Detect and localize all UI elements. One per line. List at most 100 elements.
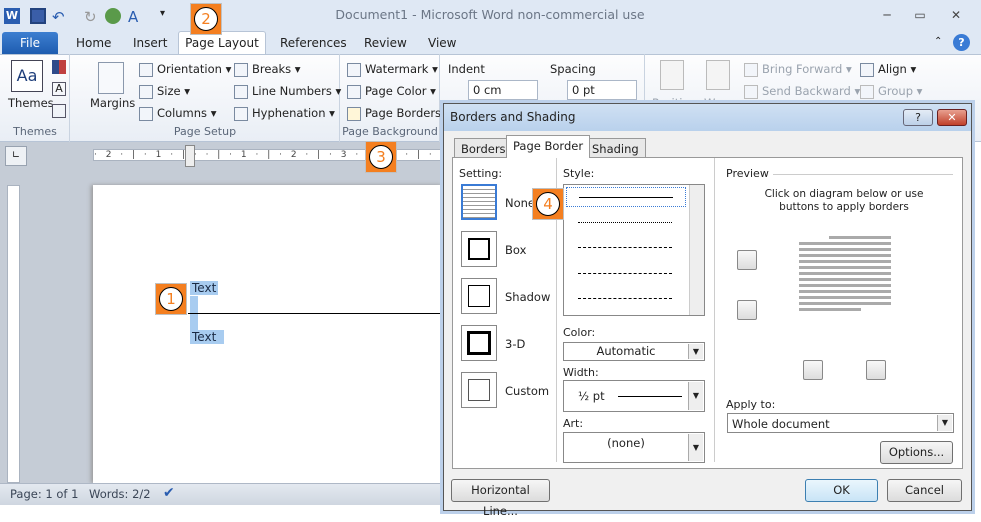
preview-line xyxy=(799,254,891,257)
send-backward-button[interactable]: Send Backward ▾ xyxy=(744,84,860,99)
style-scrollbar[interactable] xyxy=(689,185,704,315)
vertical-ruler[interactable] xyxy=(7,185,20,483)
spacing-before-input[interactable]: 0 pt xyxy=(567,80,637,100)
group-button[interactable]: Group ▾ xyxy=(860,84,922,99)
document-page[interactable] xyxy=(93,185,443,483)
collapse-ribbon-icon[interactable]: ⌃ xyxy=(934,36,942,47)
align-icon xyxy=(860,62,874,77)
indent-marker-icon[interactable] xyxy=(185,145,195,167)
theme-fonts-icon[interactable]: A xyxy=(52,82,66,96)
divider xyxy=(773,174,953,175)
undo-icon[interactable]: ↶ xyxy=(52,8,68,26)
columns-button[interactable]: Columns ▾ xyxy=(139,106,216,121)
themes-button[interactable]: Themes xyxy=(8,96,54,110)
tab-insert[interactable]: Insert xyxy=(133,36,167,50)
word-count[interactable]: Words: 2/2 xyxy=(89,487,151,501)
callout-1: 1 xyxy=(155,283,187,315)
columns-icon xyxy=(139,106,153,121)
tab-shading[interactable]: Shading xyxy=(585,138,646,158)
preview-line xyxy=(799,290,891,293)
help-icon[interactable]: ? xyxy=(953,34,970,51)
text-style-icon[interactable]: A xyxy=(128,8,144,26)
dialog-help-button[interactable]: ? xyxy=(903,109,933,126)
tab-view[interactable]: View xyxy=(428,36,456,50)
chevron-down-icon: ▼ xyxy=(688,344,703,359)
style-option-dotted[interactable] xyxy=(578,222,672,223)
setting-shadow[interactable]: Shadow xyxy=(505,290,550,304)
style-option-dash-dot[interactable] xyxy=(578,298,672,299)
theme-effects-icon[interactable] xyxy=(52,104,66,118)
callout-2: 2 xyxy=(190,3,222,35)
width-select[interactable]: ½ pt ▼ xyxy=(563,380,705,412)
ok-button[interactable]: OK xyxy=(805,479,878,502)
preview-line xyxy=(799,266,891,269)
watermark-button[interactable]: Watermark ▾ xyxy=(347,62,438,77)
color-select[interactable]: Automatic ▼ xyxy=(563,342,705,361)
setting-3d-icon[interactable] xyxy=(461,325,497,361)
cancel-button[interactable]: Cancel xyxy=(887,479,962,502)
options-button[interactable]: Options... xyxy=(880,441,953,464)
tab-references[interactable]: References xyxy=(280,36,347,50)
setting-custom-icon[interactable] xyxy=(461,372,497,408)
save-icon[interactable] xyxy=(30,8,46,24)
selected-text-2[interactable]: Text xyxy=(190,330,225,344)
setting-shadow-icon[interactable] xyxy=(461,278,497,314)
selected-text-1[interactable]: Text xyxy=(190,281,219,295)
preview-diagram[interactable] xyxy=(789,236,893,326)
group-label-themes: Themes xyxy=(13,125,57,138)
page-color-button[interactable]: Page Color ▾ xyxy=(347,84,436,99)
right-border-button[interactable] xyxy=(866,360,886,380)
tab-file[interactable]: File xyxy=(2,32,58,54)
close-button[interactable]: ✕ xyxy=(944,8,968,24)
wrap-text-icon[interactable] xyxy=(706,60,730,90)
top-border-button[interactable] xyxy=(737,250,757,270)
hyphenation-button[interactable]: Hyphenation ▾ xyxy=(234,106,335,121)
tab-selector-icon[interactable]: ∟ xyxy=(5,146,27,166)
page-count[interactable]: Page: 1 of 1 xyxy=(10,487,78,501)
style-option-solid[interactable] xyxy=(566,187,686,207)
group-label-page-setup: Page Setup xyxy=(173,125,237,138)
setting-box[interactable]: Box xyxy=(505,243,526,257)
page-borders-button[interactable]: Page Borders xyxy=(347,106,441,121)
indent-left-input[interactable]: 0 cm xyxy=(468,80,538,100)
setting-none-icon[interactable] xyxy=(461,184,497,220)
minimize-button[interactable]: ─ xyxy=(875,8,899,24)
style-option-dashed[interactable] xyxy=(578,273,672,274)
restore-button[interactable]: ▭ xyxy=(908,8,932,24)
bring-forward-icon xyxy=(744,62,758,77)
theme-colors-icon[interactable] xyxy=(52,60,66,74)
margins-button[interactable]: Margins xyxy=(90,96,135,110)
tab-page-border[interactable]: Page Border xyxy=(506,135,591,158)
bring-forward-button[interactable]: Bring Forward ▾ xyxy=(744,62,852,77)
redo-icon[interactable]: ↻ xyxy=(84,8,100,26)
setting-none[interactable]: None xyxy=(505,196,535,210)
setting-custom[interactable]: Custom xyxy=(505,384,549,398)
margins-icon[interactable] xyxy=(98,62,124,94)
style-option-dashed-small[interactable] xyxy=(578,247,672,248)
proofing-icon[interactable]: ✔ xyxy=(163,485,175,501)
horizontal-line-button[interactable]: Horizontal Line... xyxy=(451,479,550,518)
align-button[interactable]: Align ▾ xyxy=(860,62,916,77)
chevron-down-icon: ▼ xyxy=(688,382,703,410)
position-icon[interactable] xyxy=(660,60,684,90)
tab-home[interactable]: Home xyxy=(76,36,111,50)
style-list[interactable] xyxy=(563,184,705,316)
size-button[interactable]: Size ▾ xyxy=(139,84,190,99)
setting-box-icon[interactable] xyxy=(461,231,497,267)
setting-3d[interactable]: 3-D xyxy=(505,337,525,351)
tab-borders[interactable]: Borders xyxy=(454,138,513,158)
dialog-close-button[interactable]: ✕ xyxy=(937,109,967,126)
bottom-border-button[interactable] xyxy=(737,300,757,320)
send-backward-icon xyxy=(744,84,758,99)
breaks-button[interactable]: Breaks ▾ xyxy=(234,62,301,77)
globe-icon[interactable] xyxy=(105,8,121,24)
art-select[interactable]: (none) ▼ xyxy=(563,432,705,463)
orientation-button[interactable]: Orientation ▾ xyxy=(139,62,231,77)
customize-qat-icon[interactable]: ▾ xyxy=(160,8,176,24)
art-label: Art: xyxy=(563,417,584,430)
themes-icon[interactable]: Aa xyxy=(11,60,43,92)
line-numbers-button[interactable]: Line Numbers ▾ xyxy=(234,84,341,99)
apply-to-select[interactable]: Whole document ▼ xyxy=(727,413,954,433)
tab-review[interactable]: Review xyxy=(364,36,407,50)
left-border-button[interactable] xyxy=(803,360,823,380)
